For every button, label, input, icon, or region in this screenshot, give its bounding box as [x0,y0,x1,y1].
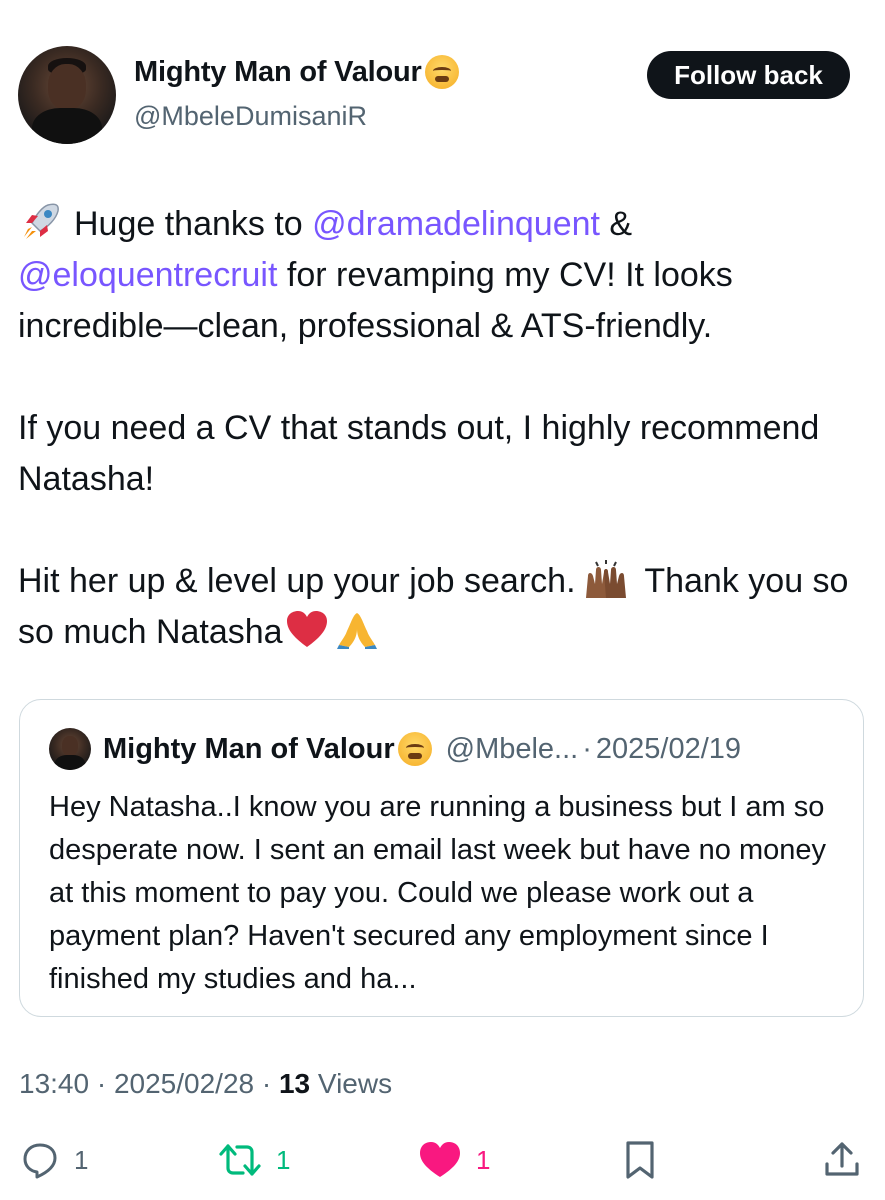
tweet-meta: 13:40 · 2025/02/28 · 13 Views [19,1068,392,1100]
share-button[interactable] [822,1140,862,1180]
author-name-line: Mighty Man of Valour [134,55,459,89]
bookmark-button[interactable] [622,1140,658,1180]
views-label: Views [310,1068,393,1099]
rocket-icon [24,203,59,239]
quoted-date: 2025/02/19 [595,732,742,765]
tweet-timestamp[interactable]: 13:40 · 2025/02/28 · [19,1068,279,1099]
reply-count: 1 [74,1144,89,1175]
raised-hands-icon [585,560,626,598]
share-icon [825,1142,859,1176]
follow-back-button[interactable]: Follow back [647,51,850,99]
author-avatar[interactable] [18,46,116,144]
mention-eloquentrecruit[interactable]: @eloquentrecruit [18,256,277,294]
tweet-paragraph-3: Hit her up & level up your job search. T… [18,556,873,658]
views-count: 13 [278,1068,311,1099]
tweet-header: Mighty Man of Valour @MbeleDumisaniR Fol… [0,0,885,150]
quoted-tweet-header: Mighty Man of Valour @Mbele... · 2025/02… [49,728,741,770]
author-handle[interactable]: @MbeleDumisaniR [134,101,367,132]
like-icon [420,1142,460,1177]
quoted-author-display-name: Mighty Man of Valour [103,732,395,765]
huffing-face-icon [424,55,459,89]
repost-button[interactable]: 1 [218,1140,290,1180]
quoted-author-handle: @Mbele... [445,732,579,765]
quoted-tweet-text: Hey Natasha..I know you are running a bu… [49,791,827,995]
author-display-name[interactable]: Mighty Man of Valour [134,56,422,89]
like-button[interactable]: 1 [418,1140,490,1180]
quoted-author-avatar [49,728,91,770]
folded-hands-icon [336,613,377,649]
tweet-paragraph-1: Huge thanks to @dramadelinquent & @eloque… [18,199,873,352]
bookmark-icon [626,1141,654,1179]
huffing-face-icon [397,732,432,766]
quoted-tweet[interactable]: Mighty Man of Valour @Mbele... · 2025/02… [19,699,864,1017]
tweet-text: Huge thanks to @dramadelinquent & @eloque… [18,199,873,658]
action-bar: 1 1 1 [0,1130,885,1190]
like-count: 1 [476,1144,491,1175]
red-heart-icon [286,611,327,647]
repost-count: 1 [276,1144,291,1175]
reply-icon [23,1143,57,1179]
separator-dot: · [582,732,592,765]
mention-dramadelinquent[interactable]: @dramadelinquent [312,205,600,243]
reply-button[interactable]: 1 [20,1140,88,1180]
repost-icon [219,1144,261,1176]
tweet-paragraph-2: If you need a CV that stands out, I high… [18,409,820,498]
